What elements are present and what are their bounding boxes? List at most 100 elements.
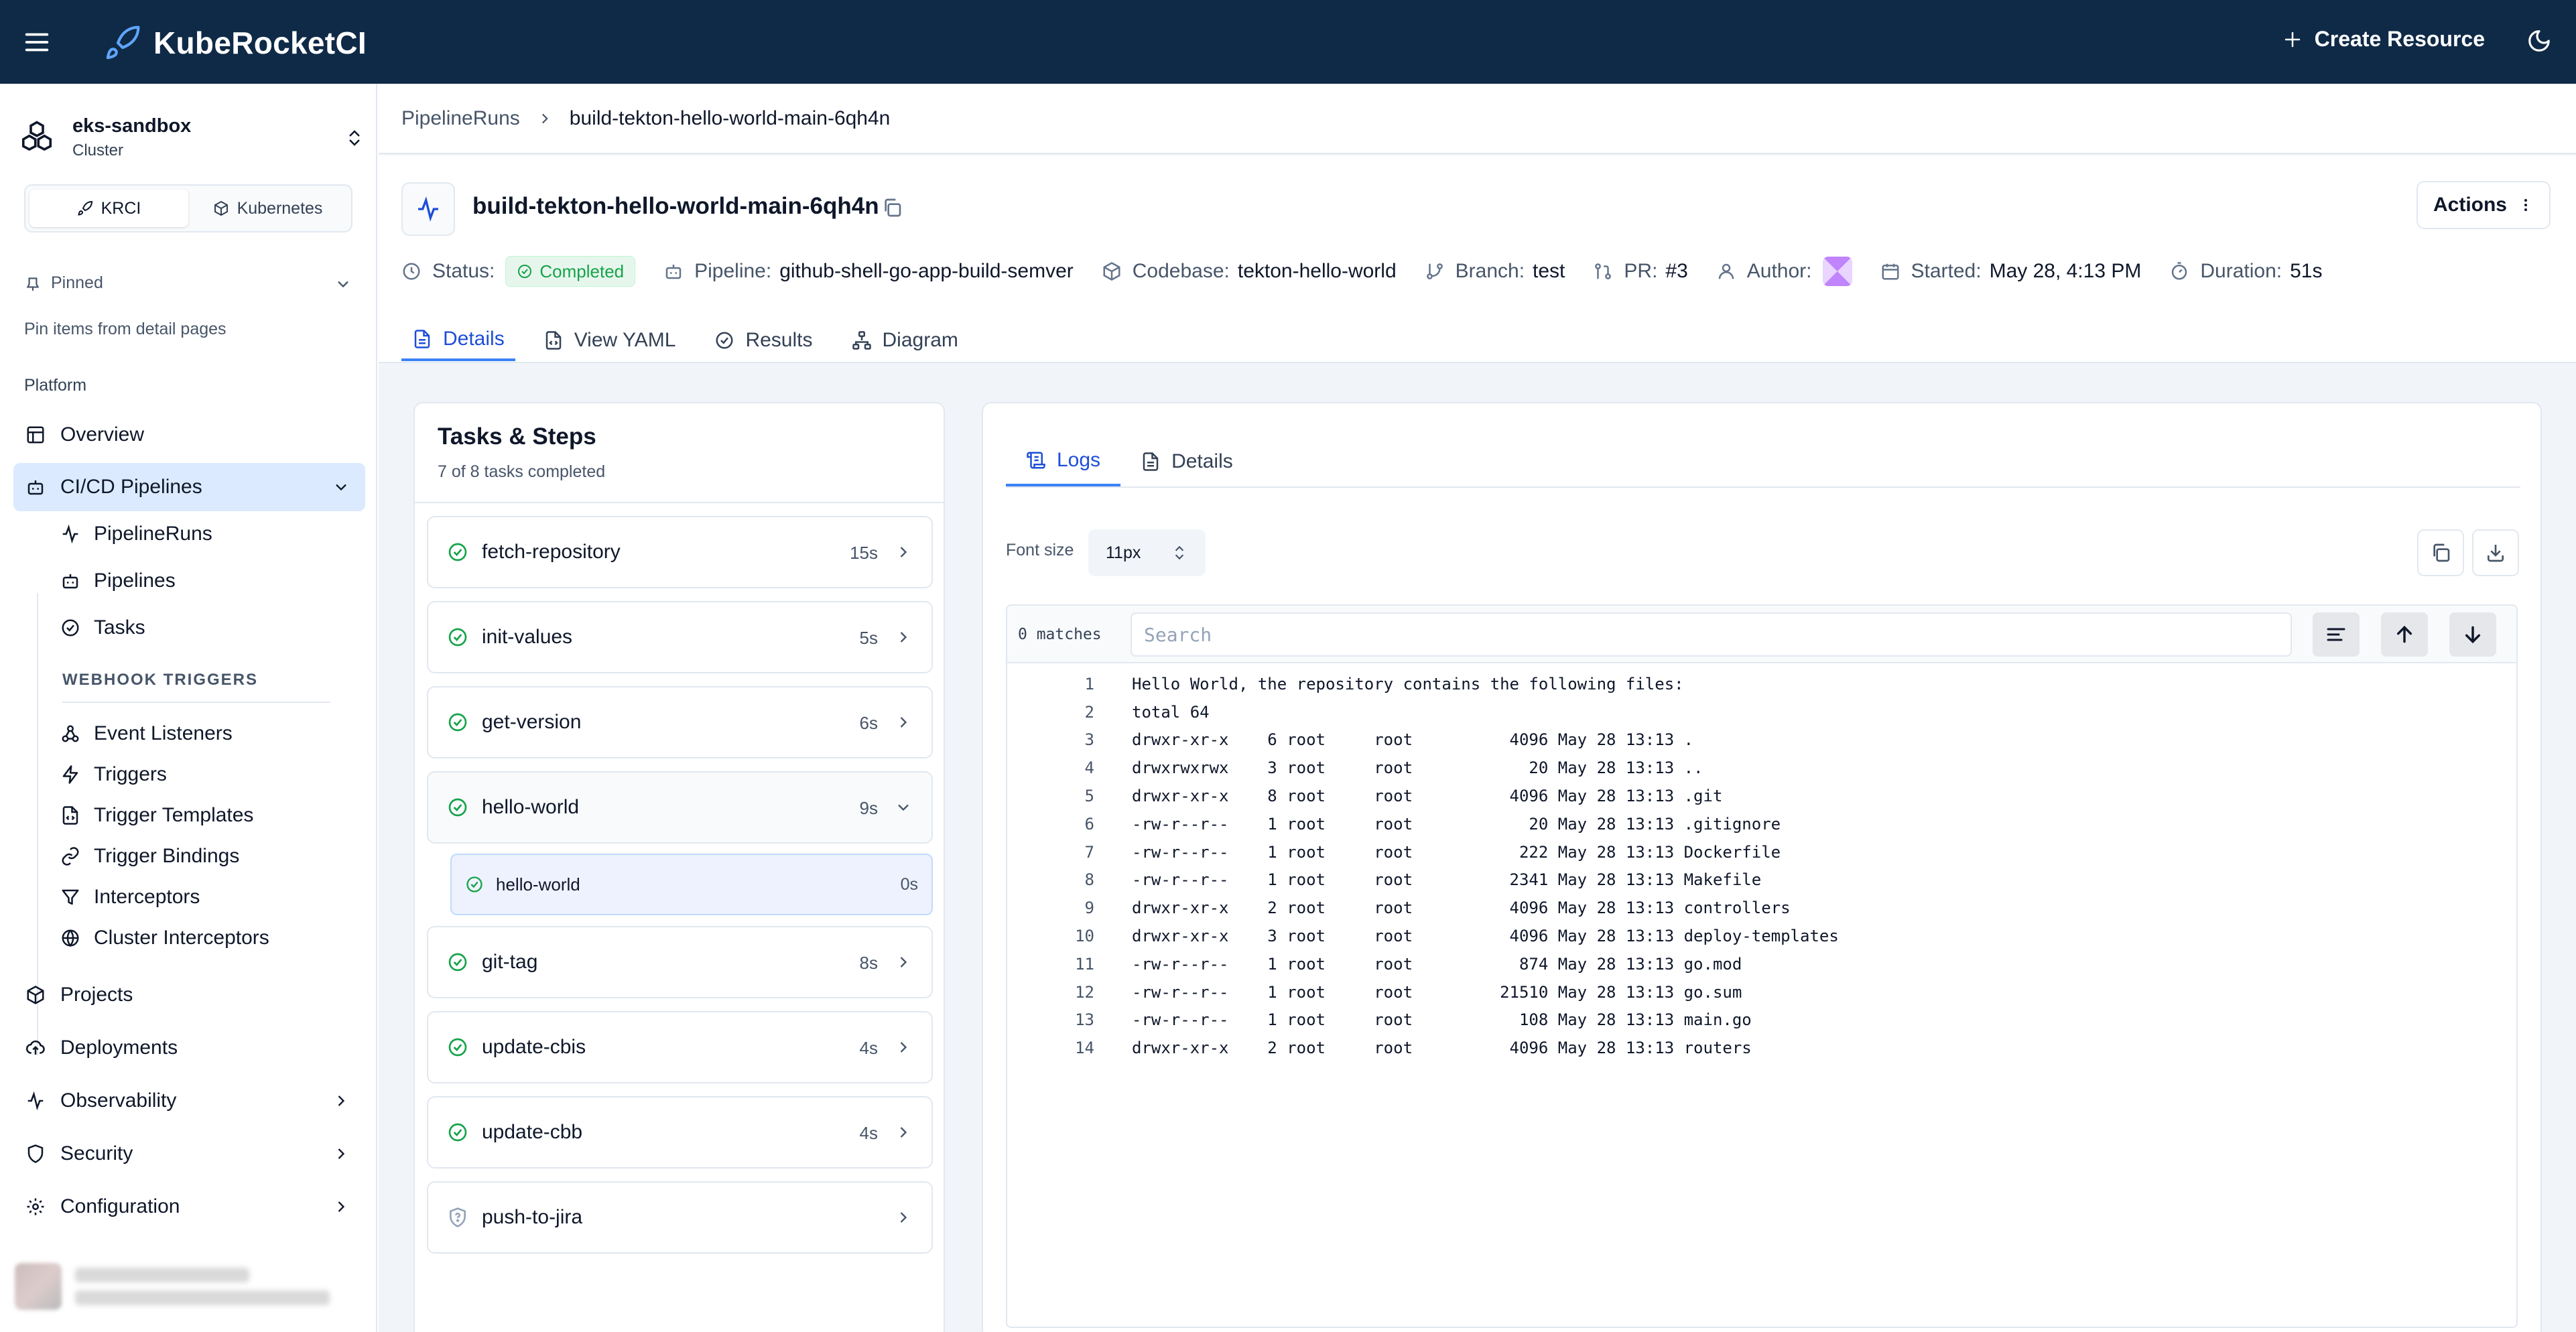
chevrons-up-down-icon xyxy=(349,130,360,146)
cloud-upload-icon xyxy=(25,1040,45,1055)
log-line-text: drwxr-xr-x 6 root root 4096 May 28 13:13… xyxy=(1132,730,1694,750)
pr-link[interactable]: #3 xyxy=(1665,260,1687,283)
create-resource-label: Create Resource xyxy=(2314,27,2485,51)
sidebar-item-interceptors[interactable]: Interceptors xyxy=(60,877,200,917)
sidebar-item-tasks[interactable]: Tasks xyxy=(60,608,145,648)
copy-icon[interactable] xyxy=(881,197,903,218)
sidebar-item-overview[interactable]: Overview xyxy=(13,411,365,459)
task-item[interactable]: update-cbis 4s xyxy=(427,1011,933,1083)
task-item[interactable]: init-values 5s xyxy=(427,601,933,673)
download-logs-button[interactable] xyxy=(2472,529,2519,576)
sidebar: eks-sandbox Cluster KRCI Kubernetes Pinn… xyxy=(0,84,377,1332)
check-circle-icon xyxy=(466,876,482,892)
log-line-number: 2 xyxy=(1084,702,1094,722)
globe-icon xyxy=(62,929,79,947)
duration-value: 51s xyxy=(2290,260,2323,282)
task-item[interactable]: get-version 6s xyxy=(427,686,933,758)
git-branch-icon xyxy=(1426,263,1443,279)
check-circle-icon xyxy=(448,713,467,732)
logs-panel: Logs Details Font size 11px 0 matches Se… xyxy=(982,402,2542,1332)
cluster-selector[interactable]: eks-sandbox Cluster xyxy=(19,111,367,164)
sidebar-item-trigger-templates[interactable]: Trigger Templates xyxy=(60,795,253,836)
workflow-icon xyxy=(852,331,871,350)
tab-details[interactable]: Details xyxy=(401,320,515,361)
meta-status: Status: Completed xyxy=(401,256,636,287)
task-item[interactable]: push-to-jira xyxy=(427,1181,933,1254)
sidebar-item-trigger-bindings[interactable]: Trigger Bindings xyxy=(60,836,239,876)
tab-label: Results xyxy=(745,329,813,351)
avatar xyxy=(15,1263,62,1310)
author-avatar[interactable] xyxy=(1822,257,1852,286)
branch-label: Branch: xyxy=(1455,260,1525,282)
chevron-right-icon xyxy=(900,717,907,728)
wrap-lines-button[interactable] xyxy=(2313,612,2360,657)
search-input[interactable] xyxy=(1131,612,2292,657)
chevron-down-icon xyxy=(336,484,346,491)
sidebar-item-cluster-interceptors[interactable]: Cluster Interceptors xyxy=(60,918,269,958)
tab-krci[interactable]: KRCI xyxy=(29,190,188,227)
breadcrumb-parent-link[interactable]: PipelineRuns xyxy=(401,107,520,130)
sidebar-item-pipelineruns[interactable]: PipelineRuns xyxy=(60,514,212,554)
font-size-select[interactable]: 11px xyxy=(1088,529,1206,576)
log-line: 11 -rw-r--r-- 1 root root 874 May 28 13:1… xyxy=(1007,950,2516,978)
meta-started: Started: May 28, 4:13 PM xyxy=(1880,260,2142,283)
previous-match-button[interactable] xyxy=(2381,612,2428,657)
meta-row: Status: Completed Pipeline: github-shell… xyxy=(401,256,2350,287)
log-line: 12 -rw-r--r-- 1 root root 21510 May 28 13… xyxy=(1007,978,2516,1006)
divider xyxy=(62,702,330,703)
next-match-button[interactable] xyxy=(2449,612,2496,657)
tab-log-details[interactable]: Details xyxy=(1120,437,1253,486)
menu-icon[interactable] xyxy=(21,27,52,58)
status-badge: Completed xyxy=(505,256,636,287)
sidebar-subitem-label: Event Listeners xyxy=(94,722,233,744)
actions-button[interactable]: Actions xyxy=(2417,181,2551,229)
shield-question-icon xyxy=(450,1207,466,1227)
tab-results[interactable]: Results xyxy=(704,320,823,361)
tasks-subtitle: 7 of 8 tasks completed xyxy=(438,462,606,481)
log-line-text: -rw-r--r-- 1 root root 222 May 28 13:13 … xyxy=(1132,842,1781,862)
pipeline-link[interactable]: github-shell-go-app-build-semver xyxy=(779,260,1074,283)
chevron-down-icon xyxy=(898,804,909,811)
create-resource-button[interactable]: Create Resource xyxy=(2282,27,2485,52)
codebase-label: Codebase: xyxy=(1132,260,1230,282)
task-item[interactable]: git-tag 8s xyxy=(427,926,933,998)
meta-branch: Branch: test xyxy=(1425,260,1565,283)
tab-kubernetes[interactable]: Kubernetes xyxy=(188,190,347,227)
tab-logs[interactable]: Logs xyxy=(1006,437,1121,486)
sidebar-item-cicd-pipelines[interactable]: CI/CD Pipelines xyxy=(13,463,365,511)
started-value: May 28, 4:13 PM xyxy=(1989,260,2142,282)
task-duration: 5s xyxy=(859,628,878,648)
log-line-text: drwxr-xr-x 2 root root 4096 May 28 13:13… xyxy=(1132,1039,1752,1058)
log-toolbar: 0 matches xyxy=(1007,606,2516,663)
gear-icon xyxy=(27,1198,44,1215)
sidebar-item-event-listeners[interactable]: Event Listeners xyxy=(60,714,233,754)
task-item[interactable]: fetch-repository 15s xyxy=(427,516,933,588)
moon-icon[interactable] xyxy=(2526,28,2552,54)
sidebar-item-configuration[interactable]: Configuration xyxy=(13,1183,365,1231)
task-item[interactable]: hello-world 9s xyxy=(427,771,933,844)
sidebar-item-deployments[interactable]: Deployments xyxy=(13,1024,365,1072)
match-count: 0 matches xyxy=(1018,626,1102,643)
sidebar-item-label: CI/CD Pipelines xyxy=(60,476,202,498)
sidebar-subitem-label: Interceptors xyxy=(94,886,200,908)
tab-diagram[interactable]: Diagram xyxy=(841,320,969,361)
chevron-right-icon xyxy=(900,957,907,968)
log-line: 8 -rw-r--r-- 1 root root 2341 May 28 13:1… xyxy=(1007,866,2516,894)
log-line-number: 6 xyxy=(1084,814,1094,834)
app-logo[interactable]: KubeRocketCI xyxy=(104,24,367,62)
task-duration: 4s xyxy=(859,1038,878,1058)
pipeline-label: Pipeline: xyxy=(694,260,772,282)
sidebar-item-security[interactable]: Security xyxy=(13,1130,365,1178)
step-item[interactable]: hello-world 0s xyxy=(450,854,933,915)
copy-logs-button[interactable] xyxy=(2417,529,2464,576)
codebase-link[interactable]: tekton-hello-world xyxy=(1238,260,1397,283)
pinned-section[interactable]: Pinned xyxy=(24,273,352,293)
sidebar-item-observability[interactable]: Observability xyxy=(13,1077,365,1125)
user-menu[interactable] xyxy=(7,1253,369,1320)
tab-view-yaml[interactable]: View YAML xyxy=(533,320,687,361)
sidebar-item-projects[interactable]: Projects xyxy=(13,971,365,1019)
sidebar-item-triggers[interactable]: Triggers xyxy=(60,754,167,795)
more-vertical-icon xyxy=(2524,199,2527,211)
sidebar-item-pipelines[interactable]: Pipelines xyxy=(60,561,176,601)
task-item[interactable]: update-cbb 4s xyxy=(427,1096,933,1169)
